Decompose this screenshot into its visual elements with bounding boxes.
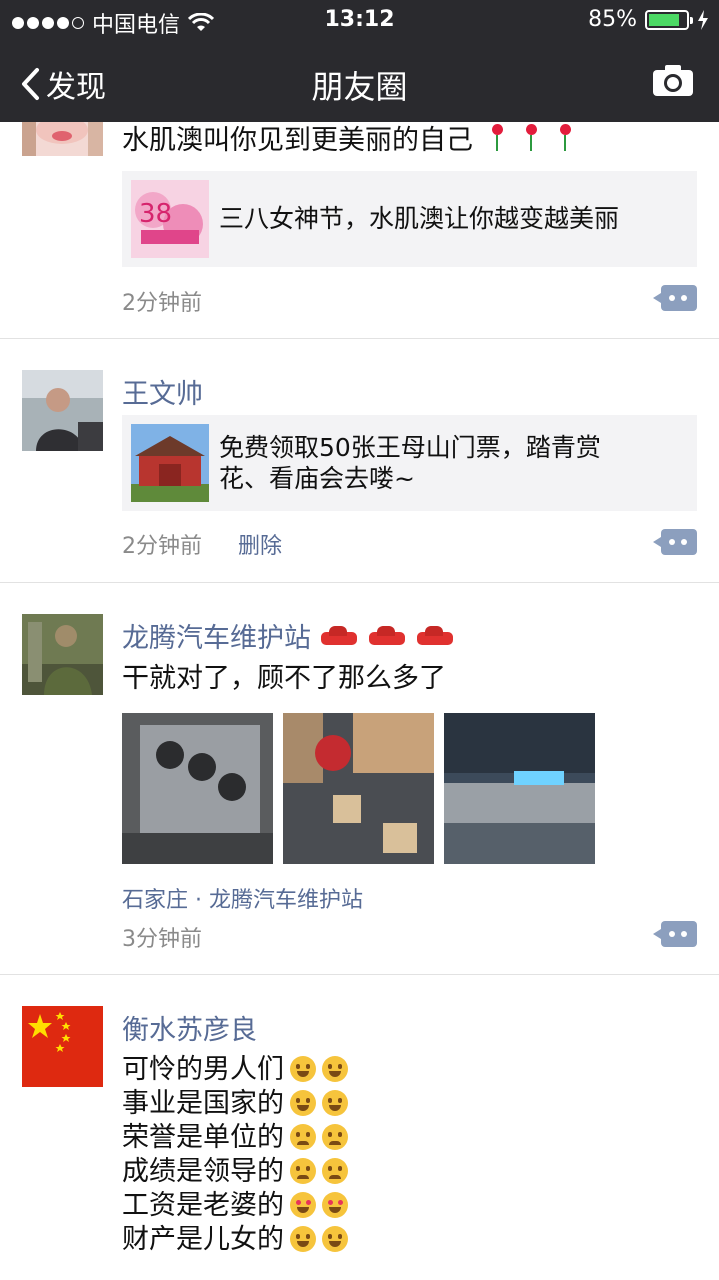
page-title: 朋友圈 bbox=[311, 68, 408, 106]
feed-post: 龙腾汽车维护站 干就对了，顾不了那么多了 石家庄 · 龙腾汽车维护站 3分钟前 bbox=[0, 584, 719, 975]
post-location[interactable]: 石家庄 · 龙腾汽车维护站 bbox=[122, 882, 363, 914]
frown-emoji-icon bbox=[322, 1124, 348, 1150]
post-author[interactable]: 衡水苏彦良 bbox=[122, 1008, 257, 1047]
tongue-emoji-icon bbox=[290, 1056, 316, 1082]
text-line: 工资是老婆的 bbox=[122, 1189, 348, 1223]
post-time: 2分钟前 bbox=[122, 534, 202, 559]
delete-link[interactable]: 删除 bbox=[238, 534, 282, 559]
bolt-icon bbox=[698, 9, 708, 30]
car-emoji-icon bbox=[319, 625, 359, 649]
grin-emoji-icon bbox=[290, 1226, 316, 1252]
rose-emoji-icon bbox=[521, 123, 541, 153]
avatar[interactable] bbox=[22, 1006, 103, 1087]
text-line: 成绩是领导的 bbox=[122, 1155, 348, 1189]
post-author[interactable]: 龙腾汽车维护站 bbox=[122, 616, 455, 655]
battery-percent: 85% bbox=[588, 7, 637, 32]
car-emoji-icon bbox=[415, 625, 455, 649]
camera-icon bbox=[653, 65, 693, 96]
post-time: 2分钟前 bbox=[122, 291, 202, 316]
link-title: 三八女神节，水肌澳让你越变越美丽 bbox=[219, 204, 620, 233]
post-text: 干就对了，顾不了那么多了 bbox=[122, 663, 446, 694]
battery-icon bbox=[645, 9, 693, 30]
svg-text:38: 38 bbox=[139, 199, 172, 229]
text-line: 事业是国家的 bbox=[122, 1087, 348, 1121]
text-line: 荣誉是单位的 bbox=[122, 1121, 348, 1155]
shared-link-card[interactable]: 38 三八女神节，水肌澳让你越变越美丽 bbox=[122, 171, 697, 267]
link-thumbnail: 38 bbox=[131, 180, 209, 258]
feed-post: 王文帅 免费领取50张王母山门票，踏青赏 花、看庙会去喽~ 2分钟前 删除 bbox=[0, 340, 719, 583]
link-title: 免费领取50张王母山门票，踏青赏 花、看庙会去喽~ bbox=[219, 433, 601, 493]
post-photo[interactable] bbox=[283, 713, 434, 864]
comment-button[interactable] bbox=[653, 285, 697, 311]
grin-emoji-icon bbox=[322, 1226, 348, 1252]
car-emoji-icon bbox=[367, 625, 407, 649]
avatar[interactable] bbox=[22, 370, 103, 451]
post-photo[interactable] bbox=[444, 713, 595, 864]
post-time: 3分钟前 bbox=[122, 927, 202, 952]
tongue-emoji-icon bbox=[322, 1056, 348, 1082]
post-photo[interactable] bbox=[122, 713, 273, 864]
rose-emoji-icon bbox=[555, 123, 575, 153]
post-author[interactable]: 王文帅 bbox=[122, 372, 203, 411]
post-meta: 2分钟前 删除 bbox=[122, 528, 282, 560]
heart-eyes-emoji-icon bbox=[290, 1192, 316, 1218]
grin-emoji-icon bbox=[322, 1090, 348, 1116]
comment-button[interactable] bbox=[653, 529, 697, 555]
status-bar: 中国电信 13:12 85% bbox=[0, 0, 719, 40]
moments-feed[interactable]: 水肌澳叫你见到更美丽的自己 38 三八女神节，水肌澳让你越变越美丽 2分钟前 王… bbox=[0, 122, 719, 1280]
text-line: 可怜的男人们 bbox=[122, 1053, 348, 1087]
avatar[interactable] bbox=[22, 614, 103, 695]
post-text: 可怜的男人们 事业是国家的 荣誉是单位的 成绩是领导的 工资是老婆的 财产是儿女… bbox=[122, 1053, 348, 1257]
rose-emoji-icon bbox=[487, 123, 507, 153]
post-text: 水肌澳叫你见到更美丽的自己 bbox=[122, 123, 575, 158]
comment-button[interactable] bbox=[653, 921, 697, 947]
feed-post: 水肌澳叫你见到更美丽的自己 38 三八女神节，水肌澳让你越变越美丽 2分钟前 bbox=[0, 122, 719, 339]
text-line: 财产是儿女的 bbox=[122, 1223, 348, 1257]
nav-bar: 发现 朋友圈 bbox=[0, 40, 719, 122]
dizzy-emoji-icon bbox=[322, 1158, 348, 1184]
heart-eyes-emoji-icon bbox=[322, 1192, 348, 1218]
camera-button[interactable] bbox=[651, 62, 695, 102]
dizzy-emoji-icon bbox=[290, 1158, 316, 1184]
grin-emoji-icon bbox=[290, 1090, 316, 1116]
link-thumbnail bbox=[131, 424, 209, 502]
shared-link-card[interactable]: 免费领取50张王母山门票，踏青赏 花、看庙会去喽~ bbox=[122, 415, 697, 511]
avatar[interactable] bbox=[22, 122, 103, 156]
frown-emoji-icon bbox=[290, 1124, 316, 1150]
feed-post: 衡水苏彦良 可怜的男人们 事业是国家的 荣誉是单位的 成绩是领导的 工资是老婆的… bbox=[0, 976, 719, 1280]
